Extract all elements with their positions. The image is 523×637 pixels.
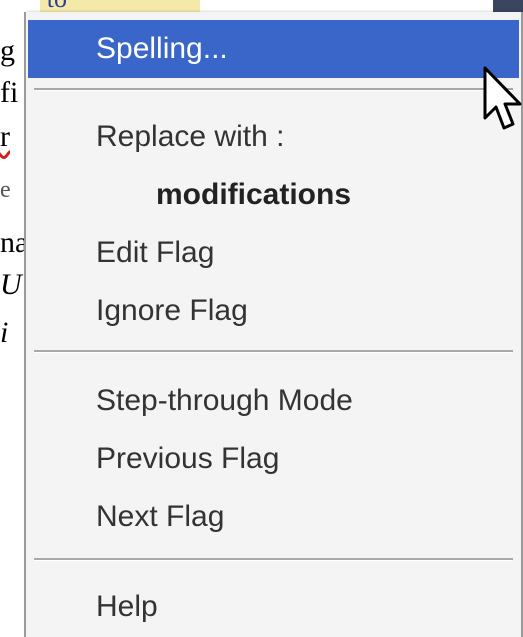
document-text-line: g	[0, 34, 15, 67]
menu-item-edit-flag[interactable]: Edit Flag	[28, 224, 519, 282]
window-edge	[493, 0, 523, 12]
menu-item-label: Edit Flag	[96, 236, 215, 269]
menu-separator	[34, 88, 513, 91]
menu-item-step-through-mode[interactable]: Step-through Mode	[28, 372, 519, 430]
menu-item-label: Spelling...	[96, 32, 228, 65]
menu-item-help[interactable]: Help	[28, 578, 519, 636]
menu-item-label: Ignore Flag	[96, 294, 248, 327]
menu-item-previous-flag[interactable]: Previous Flag	[28, 430, 519, 488]
suggestion-label: modifications	[156, 178, 352, 211]
menu-item-label: Next Flag	[96, 500, 225, 533]
menu-item-label: Replace with :	[96, 120, 285, 153]
misspelled-word-fragment[interactable]: r	[0, 122, 10, 152]
menu-item-spelling[interactable]: Spelling...	[28, 20, 519, 78]
menu-item-label: Previous Flag	[96, 442, 280, 475]
arrow-pointer-icon	[483, 66, 522, 130]
menu-item-label: Help	[96, 590, 158, 623]
menu-separator	[34, 558, 513, 561]
document-text-line: fi	[0, 76, 19, 109]
menu-item-next-flag[interactable]: Next Flag	[28, 488, 519, 546]
menu-item-label: Step-through Mode	[96, 384, 353, 417]
spelling-context-menu: Spelling... Replace with : modifications…	[24, 12, 523, 637]
menu-separator	[34, 350, 513, 353]
document-text-line: e	[0, 177, 11, 203]
menu-item-replace-with: Replace with :	[28, 108, 519, 166]
document-text-line: U	[0, 268, 22, 301]
document-text-line: i	[0, 316, 9, 349]
menu-item-ignore-flag[interactable]: Ignore Flag	[28, 282, 519, 340]
menu-item-suggestion[interactable]: modifications	[28, 166, 519, 224]
